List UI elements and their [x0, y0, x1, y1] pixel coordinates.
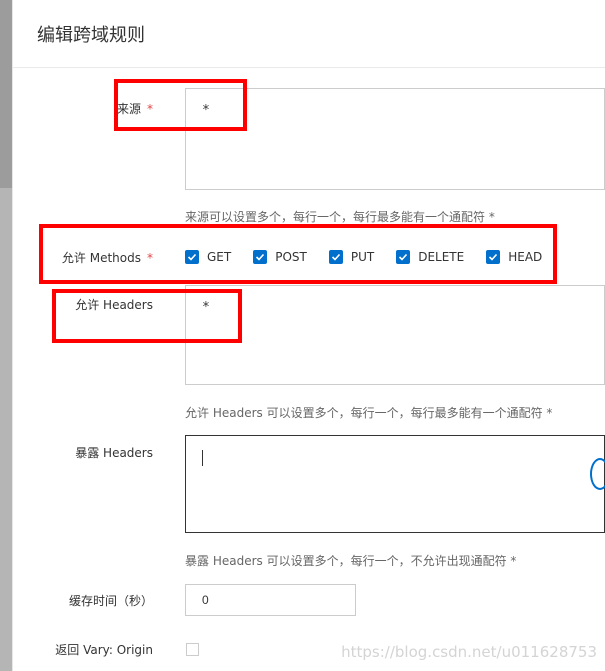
- dialog-header: 编辑跨域规则: [13, 0, 605, 68]
- allow-headers-hint: 允许 Headers 可以设置多个，每行一个，每行最多能有一个通配符 *: [185, 406, 553, 420]
- cache-time-label: 缓存时间（秒）: [68, 594, 153, 608]
- help-widget-icon[interactable]: [590, 458, 605, 490]
- expose-headers-textarea[interactable]: [185, 435, 605, 533]
- allow-headers-textarea[interactable]: *: [185, 285, 605, 385]
- vary-origin-checkbox[interactable]: [186, 643, 199, 656]
- annotation-box-methods: [39, 224, 557, 284]
- annotation-box-origin: [114, 79, 247, 131]
- origin-textarea[interactable]: *: [185, 88, 605, 190]
- annotation-box-allow-headers: [52, 289, 242, 343]
- cache-time-value: 0: [202, 593, 209, 607]
- dialog-title: 编辑跨域规则: [37, 24, 145, 46]
- vary-origin-label: 返回 Vary: Origin: [55, 643, 153, 657]
- origin-hint: 来源可以设置多个，每行一个，每行最多能有一个通配符 *: [185, 210, 495, 224]
- expose-headers-label: 暴露 Headers: [75, 446, 153, 460]
- expose-headers-hint: 暴露 Headers 可以设置多个，每行一个，不允许出现通配符 *: [185, 554, 517, 568]
- cache-time-input[interactable]: 0: [185, 584, 356, 616]
- text-cursor: [202, 450, 203, 466]
- background-overlay: [0, 0, 12, 671]
- watermark: https://blog.csdn.net/u011628753: [341, 643, 597, 661]
